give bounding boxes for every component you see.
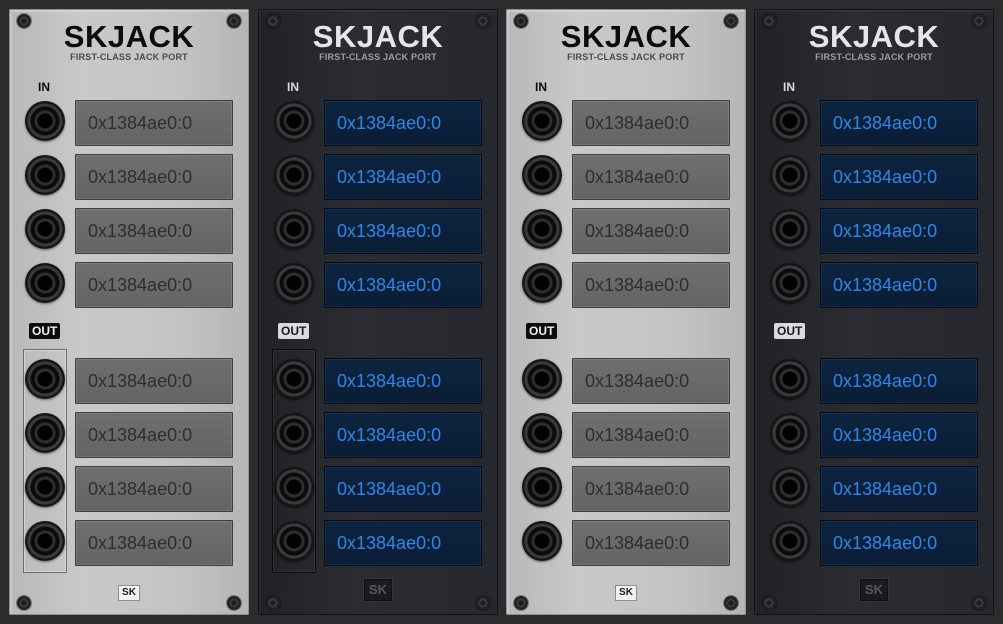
input-port-field-3[interactable]: 0x1384ae0:0	[572, 208, 730, 254]
input-jack-1[interactable]	[25, 101, 65, 141]
in-label: IN	[38, 80, 50, 94]
output-port-field-1[interactable]: 0x1384ae0:0	[324, 358, 482, 404]
output-jack-3[interactable]	[274, 467, 314, 507]
output-port-field-4[interactable]: 0x1384ae0:0	[820, 520, 978, 566]
input-jack-1[interactable]	[274, 101, 314, 141]
screw-icon	[724, 596, 738, 610]
sk-logo: SK	[615, 585, 637, 601]
input-jack-3[interactable]	[522, 209, 562, 249]
output-jack-2[interactable]	[522, 413, 562, 453]
input-jack-2[interactable]	[770, 155, 810, 195]
input-jack-2[interactable]	[522, 155, 562, 195]
input-port-field-4[interactable]: 0x1384ae0:0	[324, 262, 482, 308]
skjack-module-2: SKJACK FIRST-CLASS JACK PORT IN 0x1384ae…	[258, 9, 498, 615]
screw-icon	[972, 596, 986, 610]
output-port-field-3[interactable]: 0x1384ae0:0	[572, 466, 730, 512]
input-port-field-2[interactable]: 0x1384ae0:0	[820, 154, 978, 200]
output-jack-1[interactable]	[25, 359, 65, 399]
screw-icon	[514, 596, 528, 610]
input-port-field-2[interactable]: 0x1384ae0:0	[572, 154, 730, 200]
skjack-module-1: SKJACK FIRST-CLASS JACK PORT IN 0x1384ae…	[9, 9, 249, 615]
output-port-field-1[interactable]: 0x1384ae0:0	[75, 358, 233, 404]
input-port-field-1[interactable]: 0x1384ae0:0	[324, 100, 482, 146]
module-title: SKJACK	[560, 19, 692, 54]
input-jack-3[interactable]	[274, 209, 314, 249]
output-port-field-3[interactable]: 0x1384ae0:0	[820, 466, 978, 512]
sk-logo: SK	[118, 585, 140, 601]
skjack-module-3: SKJACK FIRST-CLASS JACK PORT IN 0x1384ae…	[506, 9, 746, 615]
output-jack-1[interactable]	[522, 359, 562, 399]
module-subtitle: FIRST-CLASS JACK PORT	[319, 52, 437, 62]
screw-icon	[227, 596, 241, 610]
screw-icon	[476, 596, 490, 610]
input-port-field-1[interactable]: 0x1384ae0:0	[572, 100, 730, 146]
input-jack-1[interactable]	[522, 101, 562, 141]
skjack-module-4: SKJACK FIRST-CLASS JACK PORT IN 0x1384ae…	[754, 9, 994, 615]
input-jack-4[interactable]	[274, 263, 314, 303]
input-port-field-3[interactable]: 0x1384ae0:0	[820, 208, 978, 254]
sk-logo: SK	[364, 579, 392, 601]
output-jack-4[interactable]	[770, 521, 810, 561]
input-port-field-1[interactable]: 0x1384ae0:0	[75, 100, 233, 146]
out-label: OUT	[278, 323, 310, 339]
input-jack-4[interactable]	[770, 263, 810, 303]
output-port-field-3[interactable]: 0x1384ae0:0	[324, 466, 482, 512]
input-jack-4[interactable]	[25, 263, 65, 303]
output-port-field-4[interactable]: 0x1384ae0:0	[572, 520, 730, 566]
output-port-field-1[interactable]: 0x1384ae0:0	[820, 358, 978, 404]
out-label: OUT	[29, 323, 61, 339]
in-label: IN	[535, 80, 547, 94]
output-jack-2[interactable]	[274, 413, 314, 453]
out-label: OUT	[526, 323, 558, 339]
input-jack-3[interactable]	[770, 209, 810, 249]
out-label: OUT	[774, 323, 806, 339]
in-label: IN	[783, 80, 795, 94]
module-title: SKJACK	[312, 19, 444, 54]
output-port-field-2[interactable]: 0x1384ae0:0	[820, 412, 978, 458]
module-subtitle: FIRST-CLASS JACK PORT	[815, 52, 933, 62]
input-port-field-3[interactable]: 0x1384ae0:0	[75, 208, 233, 254]
module-title: SKJACK	[63, 19, 195, 54]
output-jack-3[interactable]	[522, 467, 562, 507]
input-port-field-3[interactable]: 0x1384ae0:0	[324, 208, 482, 254]
output-jack-1[interactable]	[770, 359, 810, 399]
input-jack-4[interactable]	[522, 263, 562, 303]
input-jack-2[interactable]	[274, 155, 314, 195]
module-subtitle: FIRST-CLASS JACK PORT	[70, 52, 188, 62]
input-jack-2[interactable]	[25, 155, 65, 195]
output-jack-4[interactable]	[274, 521, 314, 561]
output-jack-1[interactable]	[274, 359, 314, 399]
input-jack-1[interactable]	[770, 101, 810, 141]
output-port-field-1[interactable]: 0x1384ae0:0	[572, 358, 730, 404]
module-title: SKJACK	[808, 19, 940, 54]
output-port-field-2[interactable]: 0x1384ae0:0	[572, 412, 730, 458]
input-port-field-1[interactable]: 0x1384ae0:0	[820, 100, 978, 146]
in-label: IN	[287, 80, 299, 94]
module-subtitle: FIRST-CLASS JACK PORT	[567, 52, 685, 62]
output-jack-2[interactable]	[25, 413, 65, 453]
output-jack-3[interactable]	[25, 467, 65, 507]
input-port-field-2[interactable]: 0x1384ae0:0	[75, 154, 233, 200]
output-port-field-2[interactable]: 0x1384ae0:0	[75, 412, 233, 458]
output-port-field-4[interactable]: 0x1384ae0:0	[75, 520, 233, 566]
output-port-field-2[interactable]: 0x1384ae0:0	[324, 412, 482, 458]
output-jack-2[interactable]	[770, 413, 810, 453]
output-port-field-4[interactable]: 0x1384ae0:0	[324, 520, 482, 566]
output-jack-3[interactable]	[770, 467, 810, 507]
input-port-field-4[interactable]: 0x1384ae0:0	[75, 262, 233, 308]
input-jack-3[interactable]	[25, 209, 65, 249]
sk-logo: SK	[860, 579, 888, 601]
output-jack-4[interactable]	[522, 521, 562, 561]
output-port-field-3[interactable]: 0x1384ae0:0	[75, 466, 233, 512]
input-port-field-4[interactable]: 0x1384ae0:0	[572, 262, 730, 308]
input-port-field-4[interactable]: 0x1384ae0:0	[820, 262, 978, 308]
screw-icon	[17, 596, 31, 610]
output-jack-4[interactable]	[25, 521, 65, 561]
screw-icon	[266, 596, 280, 610]
input-port-field-2[interactable]: 0x1384ae0:0	[324, 154, 482, 200]
screw-icon	[762, 596, 776, 610]
